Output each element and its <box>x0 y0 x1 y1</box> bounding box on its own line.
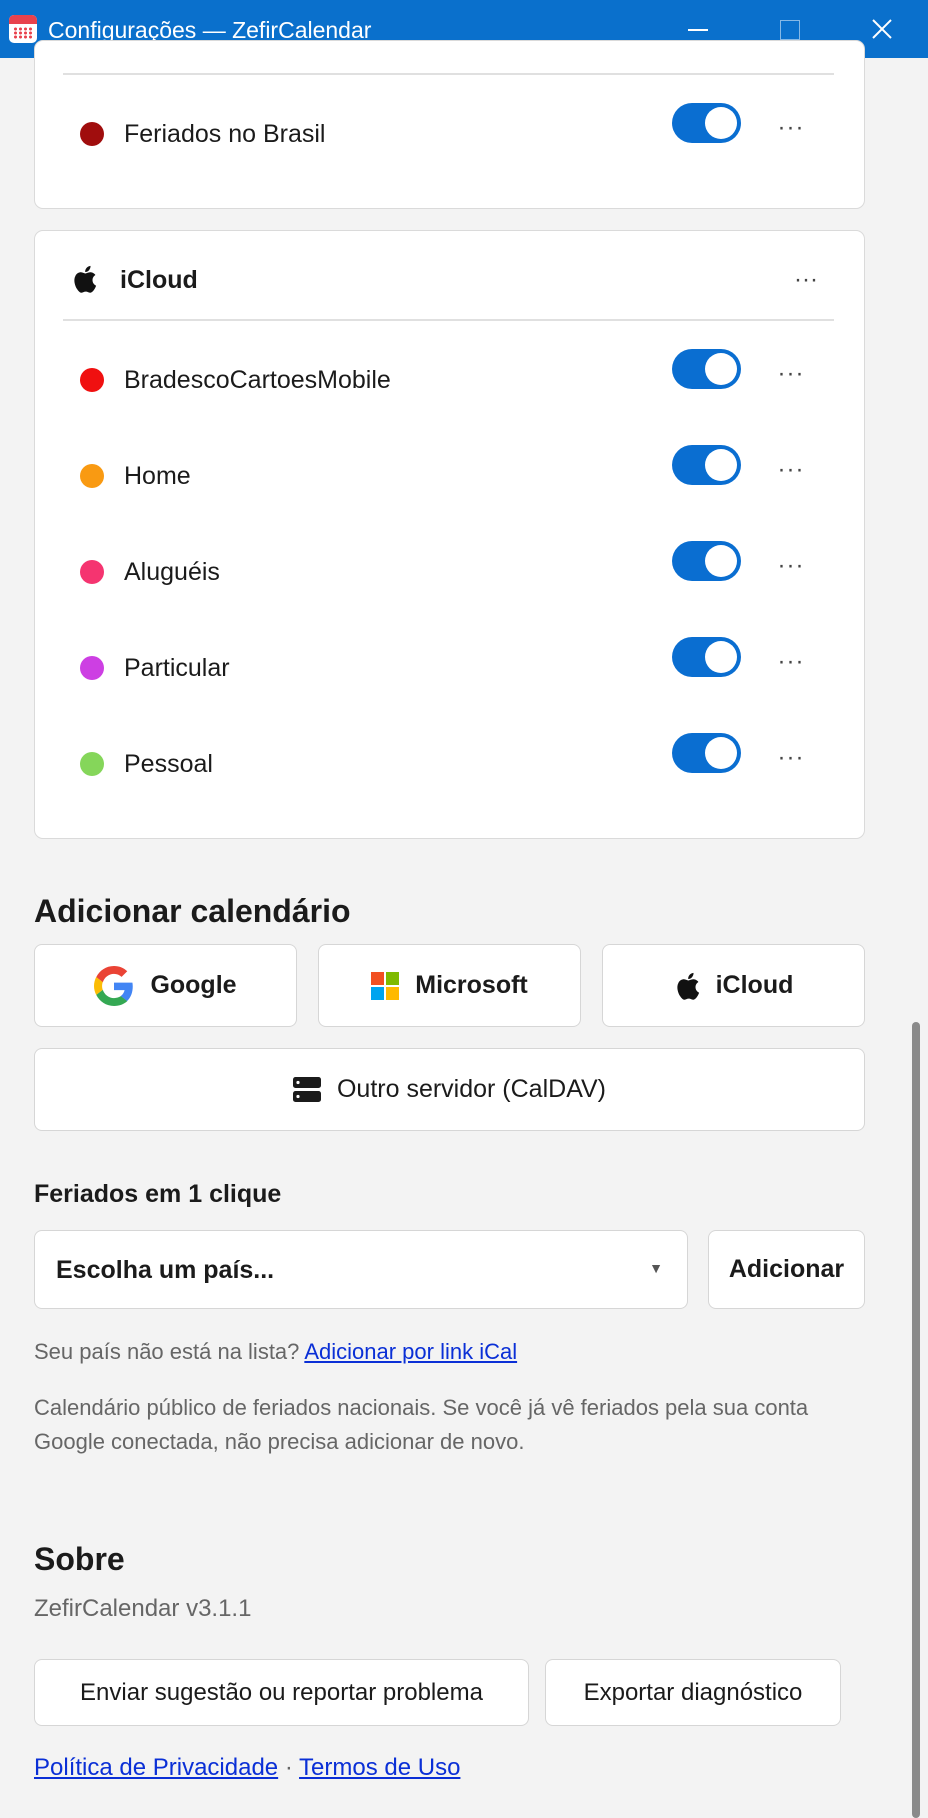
calendar-more-button[interactable]: ··· <box>771 743 811 773</box>
calendar-name: Home <box>124 462 191 490</box>
account-name: iCloud <box>120 266 198 294</box>
export-diagnostics-label: Exportar diagnóstico <box>583 1678 803 1706</box>
calendar-row: Feriados no Brasil ··· <box>35 103 866 163</box>
add-calendar-heading: Adicionar calendário <box>34 893 351 929</box>
calendar-more-button[interactable]: ··· <box>771 647 811 677</box>
calendar-more-button[interactable]: ··· <box>771 359 811 389</box>
calendar-row: Aluguéis ··· <box>35 541 866 601</box>
calendar-enabled-toggle[interactable] <box>672 541 741 581</box>
card-divider <box>63 73 834 75</box>
export-diagnostics-button[interactable]: Exportar diagnóstico <box>545 1659 841 1726</box>
microsoft-icon <box>371 971 400 1000</box>
country-select-value: Escolha um país... <box>56 1256 275 1284</box>
holidays-description: Calendário público de feriados nacionais… <box>34 1395 809 1454</box>
holidays-heading: Feriados em 1 clique <box>34 1180 282 1208</box>
add-icloud-button[interactable]: iCloud <box>602 944 865 1027</box>
calendar-name: Particular <box>124 654 230 682</box>
calendar-more-button[interactable]: ··· <box>771 551 811 581</box>
add-holidays-button[interactable]: Adicionar <box>708 1230 865 1309</box>
close-icon <box>872 19 892 39</box>
calendar-app-icon <box>9 15 37 43</box>
add-icloud-label: iCloud <box>715 971 794 999</box>
add-microsoft-button[interactable]: Microsoft <box>318 944 581 1027</box>
chevron-down-icon: ▼ <box>649 1260 663 1276</box>
google-account-card: Feriados no Brasil ··· <box>34 40 865 209</box>
holidays-hint: Seu país não está na lista? Adicionar po… <box>34 1335 517 1369</box>
add-google-label: Google <box>150 971 237 999</box>
calendar-name: Pessoal <box>124 750 213 778</box>
add-ical-link[interactable]: Adicionar por link iCal <box>304 1339 517 1364</box>
terms-of-use-link[interactable]: Termos de Uso <box>299 1754 460 1781</box>
calendar-enabled-toggle[interactable] <box>672 103 741 143</box>
vertical-scrollbar[interactable] <box>912 1022 920 1818</box>
calendar-row: Pessoal ··· <box>35 733 866 793</box>
calendar-enabled-toggle[interactable] <box>672 349 741 389</box>
add-caldav-label: Outro servidor (CalDAV) <box>336 1075 607 1103</box>
calendar-name: Feriados no Brasil <box>124 120 326 148</box>
privacy-policy-link[interactable]: Política de Privacidade <box>34 1754 278 1781</box>
about-heading: Sobre <box>34 1541 125 1577</box>
calendar-color-dot <box>80 464 104 488</box>
calendar-enabled-toggle[interactable] <box>672 445 741 485</box>
card-divider <box>63 319 834 321</box>
calendar-row: Home ··· <box>35 445 866 505</box>
calendar-row: BradescoCartoesMobile ··· <box>35 349 866 409</box>
add-holidays-label: Adicionar <box>728 1255 845 1283</box>
app-version: ZefirCalendar v3.1.1 <box>34 1595 252 1622</box>
icloud-account-card: iCloud ··· BradescoCartoesMobile ··· Hom… <box>34 230 865 839</box>
calendar-color-dot <box>80 560 104 584</box>
calendar-color-dot <box>80 368 104 392</box>
calendar-row: Particular ··· <box>35 637 866 697</box>
calendar-color-dot <box>80 752 104 776</box>
apple-icon <box>674 971 700 1001</box>
calendar-enabled-toggle[interactable] <box>672 733 741 773</box>
calendar-more-button[interactable]: ··· <box>771 113 811 143</box>
apple-icon <box>74 265 97 293</box>
footer-links: Política de Privacidade · Termos de Uso <box>34 1752 460 1784</box>
add-microsoft-label: Microsoft <box>415 971 528 999</box>
calendar-color-dot <box>80 656 104 680</box>
calendar-enabled-toggle[interactable] <box>672 637 741 677</box>
calendar-name: BradescoCartoesMobile <box>124 366 391 394</box>
calendar-more-button[interactable]: ··· <box>771 455 811 485</box>
calendar-name: Aluguéis <box>124 558 220 586</box>
google-icon <box>94 965 134 1006</box>
country-select[interactable]: Escolha um país... ▼ <box>34 1230 688 1309</box>
link-separator: · <box>284 1754 293 1781</box>
feedback-button[interactable]: Enviar sugestão ou reportar problema <box>34 1659 529 1726</box>
account-more-button[interactable]: ··· <box>786 265 826 295</box>
add-caldav-button[interactable]: Outro servidor (CalDAV) <box>34 1048 865 1131</box>
feedback-label: Enviar sugestão ou reportar problema <box>80 1678 483 1706</box>
calendar-color-dot <box>80 122 104 146</box>
server-icon <box>292 1076 321 1103</box>
holidays-hint-text: Seu país não está na lista? <box>34 1339 300 1364</box>
add-google-button[interactable]: Google <box>34 944 297 1027</box>
